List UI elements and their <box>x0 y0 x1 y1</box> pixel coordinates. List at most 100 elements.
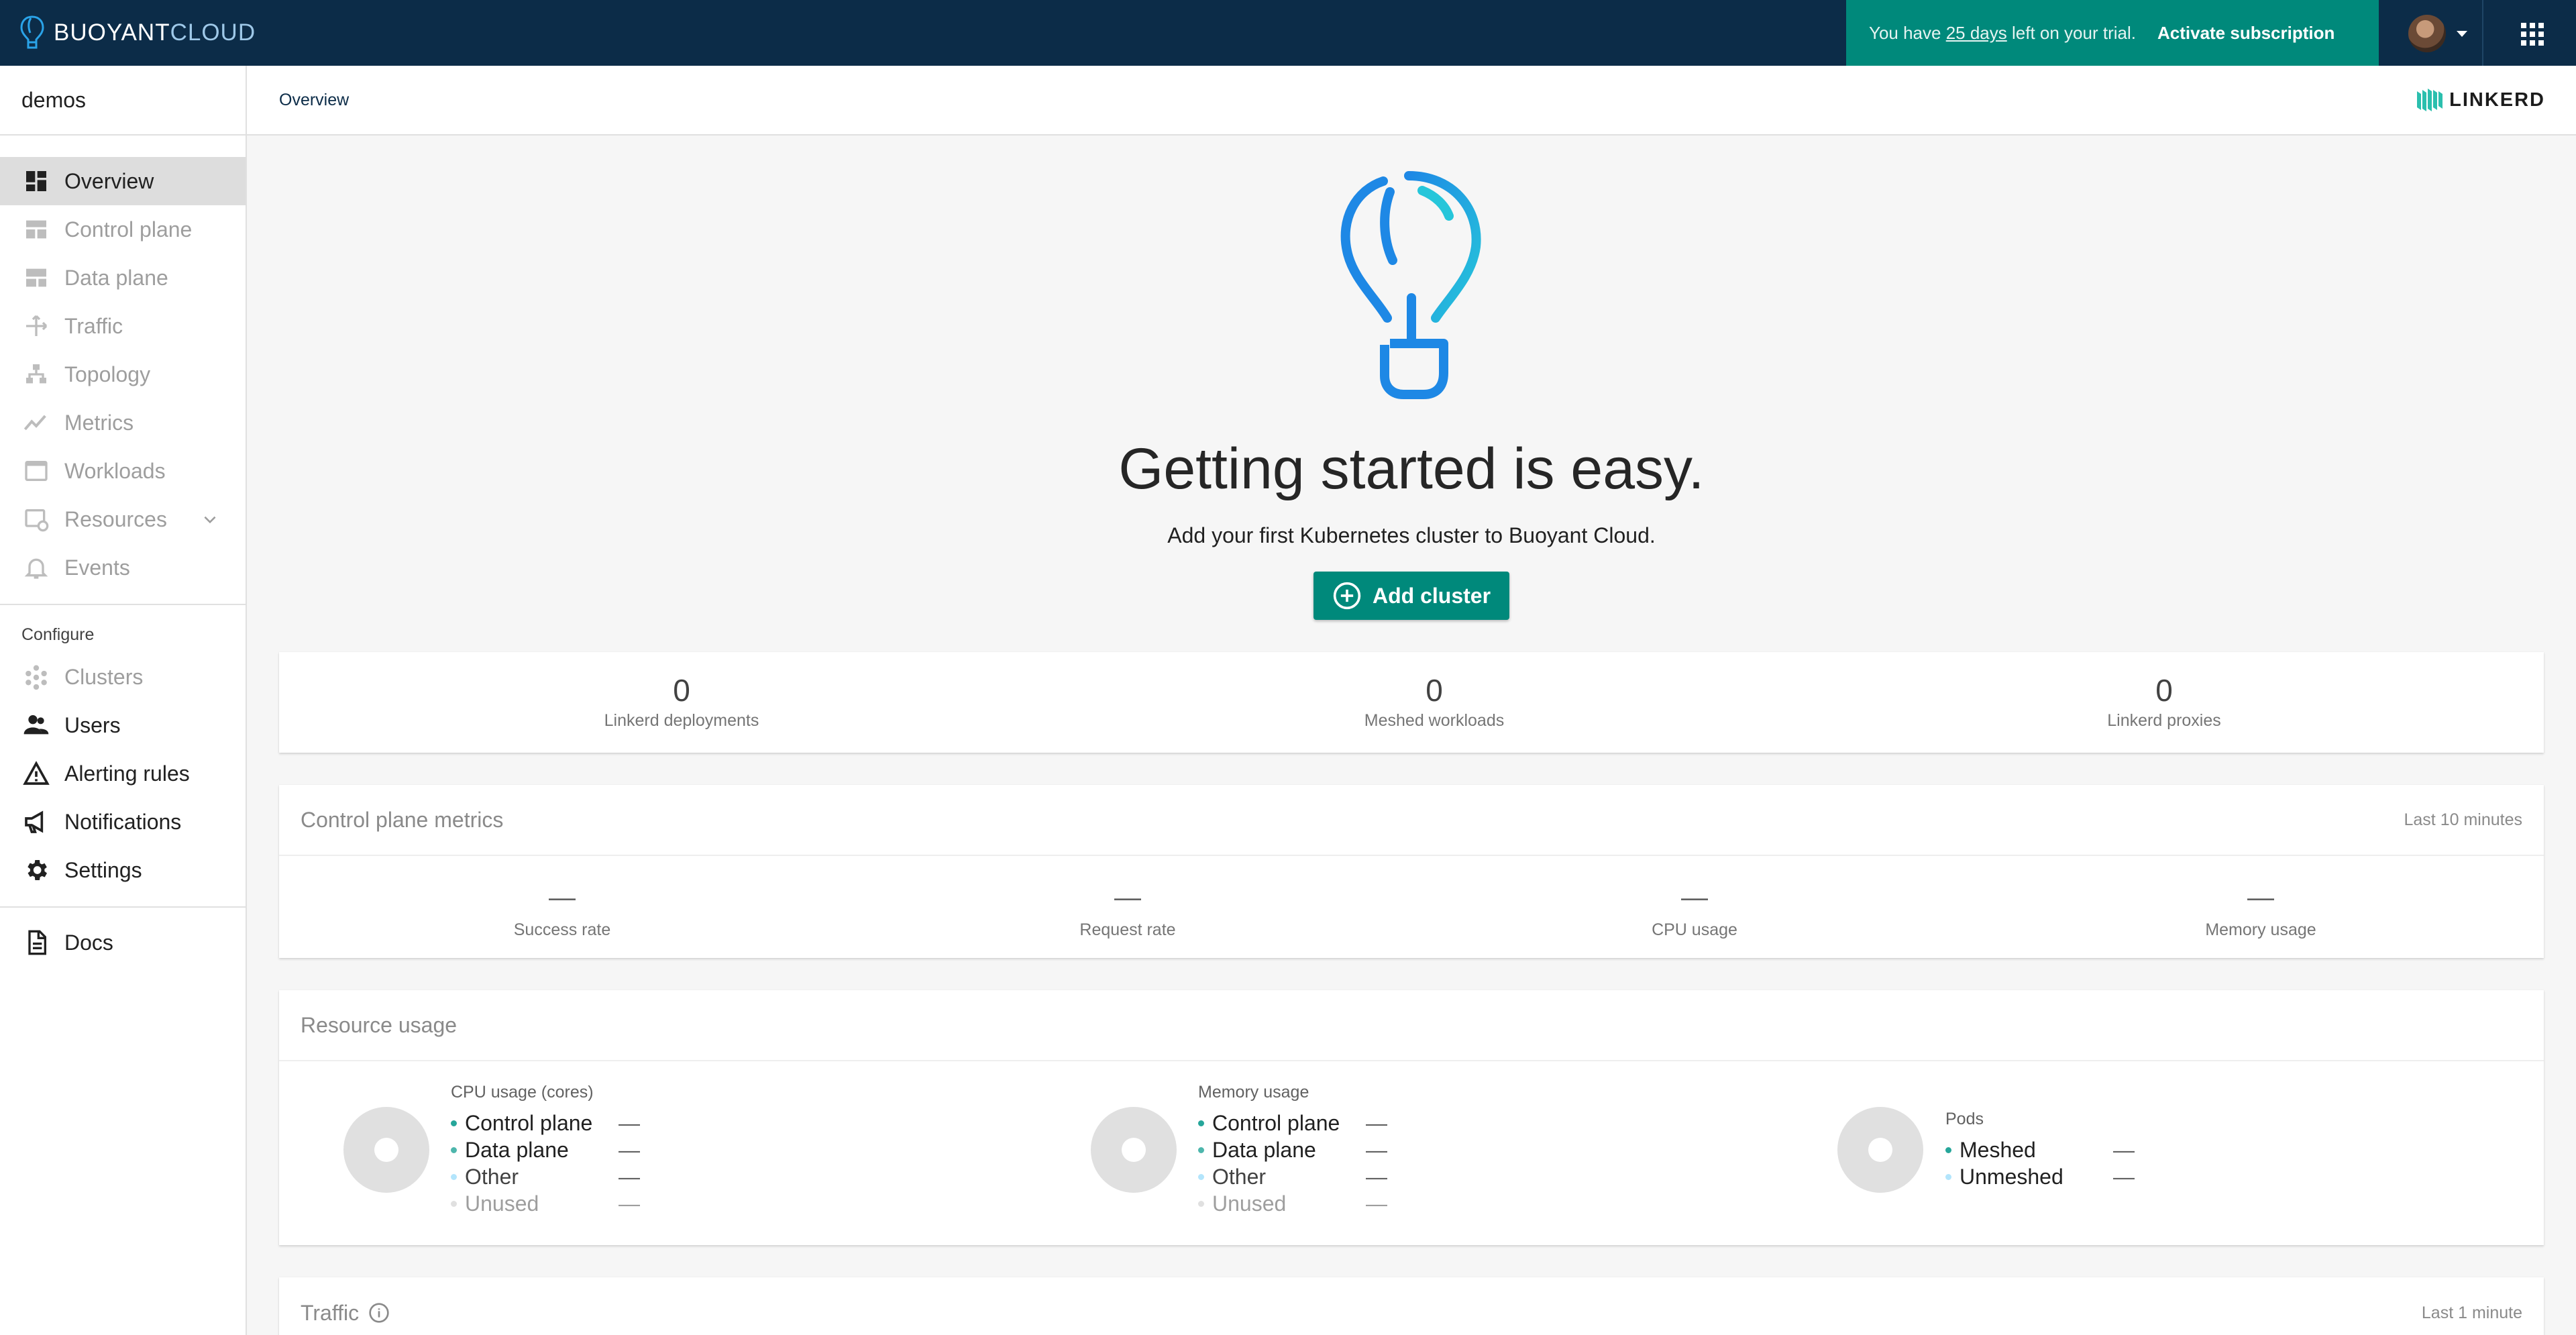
legend-dot <box>451 1146 457 1153</box>
org-name[interactable]: demos <box>0 66 246 136</box>
brand-logo[interactable]: BUOYANTCLOUD <box>19 14 256 52</box>
chevron-down-icon[interactable] <box>201 511 219 529</box>
card-header: Control plane metrics Last 10 minutes <box>279 785 2544 856</box>
linkerd-logo: LINKERD <box>2414 86 2545 114</box>
hero-title: Getting started is easy. <box>1118 437 1705 501</box>
legend-item: Data plane — <box>451 1136 640 1163</box>
caret-down-icon <box>2457 30 2467 37</box>
sidebar-item-metrics[interactable]: Metrics <box>0 398 246 447</box>
legend-dot <box>451 1120 457 1126</box>
metric-label: CPU usage <box>1652 920 1737 939</box>
legend-value: — <box>2113 1164 2135 1189</box>
metric-label: Success rate <box>513 920 611 939</box>
sidebar-item-control-plane[interactable]: Control plane <box>0 205 246 254</box>
metric-value: — <box>549 883 576 912</box>
legend-value: — <box>619 1110 640 1135</box>
sidebar-item-label: Workloads <box>64 458 166 483</box>
page-header: Overview LINKERD <box>247 66 2576 136</box>
avatar <box>2408 15 2446 52</box>
sidebar-item-label: Control plane <box>64 217 193 242</box>
trial-banner: You have 25 days left on your trial. Act… <box>1846 0 2379 66</box>
legend-value: — <box>1366 1110 1387 1135</box>
cpu-usage-legend: Control plane — Data plane — Other — Unused… <box>451 1110 640 1217</box>
legend-value: — <box>619 1191 640 1216</box>
legend-item: Unused — <box>1198 1190 1387 1217</box>
card-title: Resource usage <box>301 1012 458 1037</box>
legend-value: — <box>2113 1137 2135 1162</box>
stat-meshed-workloads: 0 Meshed workloads <box>1267 672 1602 731</box>
dashboard-icon <box>23 168 50 195</box>
clusters-icon <box>23 663 50 690</box>
pods-donut <box>1837 1107 1923 1193</box>
legend-dot <box>1198 1173 1204 1180</box>
users-icon <box>23 712 50 739</box>
legend-label: Other <box>465 1164 519 1189</box>
legend-item: Other — <box>451 1163 640 1190</box>
legend-item: Unused — <box>451 1190 640 1217</box>
stat-linkerd-deployments: 0 Linkerd deployments <box>514 672 849 731</box>
card-header: Traffic Last 1 minute <box>279 1277 2544 1335</box>
sidebar-item-notifications[interactable]: Notifications <box>0 798 246 846</box>
metrics-icon <box>23 409 50 436</box>
metric-value: — <box>1114 883 1141 912</box>
legend-label: Control plane <box>1212 1110 1340 1135</box>
sidebar-item-data-plane[interactable]: Data plane <box>0 254 246 302</box>
sidebar-item-topology[interactable]: Topology <box>0 350 246 398</box>
legend-item: Control plane — <box>1198 1110 1387 1136</box>
legend-item: Other — <box>1198 1163 1387 1190</box>
legend-value: — <box>619 1164 640 1189</box>
sidebar-item-docs[interactable]: Docs <box>0 918 246 967</box>
legend-item: Unmeshed — <box>1945 1163 2135 1190</box>
user-menu[interactable] <box>2408 15 2467 52</box>
apps-grid-icon[interactable] <box>2521 23 2544 46</box>
sidebar-item-overview[interactable]: Overview <box>0 157 246 205</box>
stat-value: 0 <box>673 673 690 708</box>
legend-label: Control plane <box>465 1110 593 1135</box>
workloads-icon <box>23 458 50 484</box>
legend-value: — <box>1366 1164 1387 1189</box>
divider <box>2482 0 2483 66</box>
sidebar-item-workloads[interactable]: Workloads <box>0 447 246 495</box>
card-title: Traffic <box>301 1300 360 1325</box>
control-plane-metrics-card: Control plane metrics Last 10 minutes — … <box>279 785 2544 958</box>
add-circle-icon <box>1333 582 1361 610</box>
top-bar: BUOYANTCLOUD You have 25 days left on yo… <box>0 0 2576 66</box>
info-icon[interactable] <box>368 1302 390 1324</box>
card-title: Control plane metrics <box>301 807 504 832</box>
metric-label: Request rate <box>1079 920 1176 939</box>
sidebar-item-label: Users <box>64 712 121 737</box>
trial-prefix: You have <box>1869 22 1946 43</box>
sidebar-item-users[interactable]: Users <box>0 701 246 749</box>
sidebar-item-label: Clusters <box>64 664 144 689</box>
legend-title: Memory usage <box>1198 1083 1309 1102</box>
linkerd-icon <box>2417 89 2443 111</box>
legend-item: Data plane — <box>1198 1136 1387 1163</box>
legend-item: Control plane — <box>451 1110 640 1136</box>
sidebar-item-traffic[interactable]: Traffic <box>0 302 246 350</box>
hero-subtitle: Add your first Kubernetes cluster to Buo… <box>1167 523 1656 547</box>
legend-dot <box>1198 1200 1204 1207</box>
sidebar-item-settings[interactable]: Settings <box>0 846 246 894</box>
sidebar-item-alerting-rules[interactable]: Alerting rules <box>0 749 246 798</box>
document-icon <box>23 929 50 956</box>
traffic-icon <box>23 313 50 339</box>
stat-label: Meshed workloads <box>1364 711 1505 730</box>
legend-label: Data plane <box>1212 1137 1316 1162</box>
time-range: Last 10 minutes <box>2404 810 2523 829</box>
legend-dot <box>1945 1146 1951 1153</box>
add-cluster-button[interactable]: Add cluster <box>1313 572 1509 620</box>
resource-usage-card: Resource usage CPU usage (cores) Control… <box>279 990 2544 1245</box>
legend-value: — <box>1366 1137 1387 1162</box>
metric-value: — <box>2247 883 2274 912</box>
sidebar-item-resources[interactable]: Resources <box>0 495 246 543</box>
bell-icon <box>23 554 50 581</box>
legend-title: CPU usage (cores) <box>451 1083 594 1102</box>
breadcrumb[interactable]: Overview <box>279 91 349 110</box>
sidebar-item-label: Alerting rules <box>64 761 190 786</box>
stat-value: 0 <box>2155 673 2173 708</box>
sidebar-item-clusters[interactable]: Clusters <box>0 653 246 701</box>
pods-legend: Meshed — Unmeshed — <box>1945 1136 2135 1190</box>
sidebar-item-events[interactable]: Events <box>0 543 246 592</box>
data-plane-icon <box>23 264 50 291</box>
activate-subscription-link[interactable]: Activate subscription <box>2157 23 2334 44</box>
